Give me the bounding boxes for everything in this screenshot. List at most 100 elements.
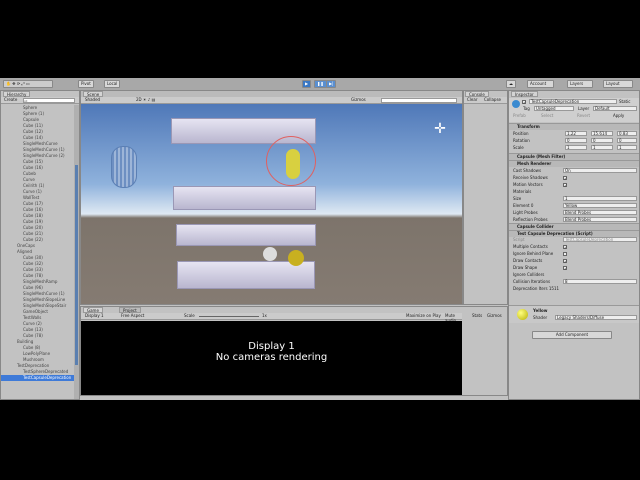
property-row: Collision Iterations 8: [513, 279, 637, 285]
property-label: Motion Vectors: [513, 182, 543, 187]
property-checkbox[interactable]: ✓: [563, 245, 567, 250]
create-button[interactable]: Create: [4, 97, 17, 102]
property-checkbox[interactable]: [563, 252, 567, 256]
prefab-select[interactable]: Select: [541, 113, 553, 118]
tab-inspector[interactable]: Inspector: [511, 91, 538, 97]
scale-value: 1x: [262, 313, 267, 318]
z-field[interactable]: 0: [617, 138, 637, 143]
local-button[interactable]: Local: [104, 80, 121, 88]
name-field[interactable]: TestCapsuleDeprecation: [529, 99, 617, 104]
mesh-renderer-header[interactable]: Mesh Renderer: [509, 160, 639, 167]
property-value[interactable]: Blend Probes: [563, 210, 637, 215]
step-button[interactable]: ▶|: [326, 80, 337, 88]
y-field[interactable]: 0: [591, 138, 613, 143]
shading-dropdown[interactable]: Shaded: [85, 97, 100, 102]
property-value[interactable]: On: [563, 168, 637, 173]
hierarchy-panel: Hierarchy Create SphereSphere (1)Capsule…: [0, 90, 80, 400]
property-label: Element 0: [513, 203, 534, 208]
layer-label: Layer: [578, 106, 590, 111]
material-preview-icon: [517, 309, 528, 320]
tag-dropdown[interactable]: Untagged: [534, 106, 574, 111]
stats-toggle[interactable]: Stats: [472, 313, 482, 318]
y-field[interactable]: 15.614: [591, 131, 613, 136]
main-toolbar: ✋ ✥ ⟳ ⤢ ▭ Pivot Local ▶ ❚❚ ▶| ☁ Account …: [0, 78, 640, 90]
clear-button[interactable]: Clear: [467, 97, 477, 102]
x-field[interactable]: 1: [565, 145, 587, 150]
x-field[interactable]: 0: [565, 138, 587, 143]
property-row: Ignore Colliders: [513, 272, 635, 278]
prefab-revert[interactable]: Revert: [577, 113, 590, 118]
capsule-wireframe[interactable]: [111, 146, 137, 188]
scene-view[interactable]: ✛: [81, 104, 462, 304]
play-button[interactable]: ▶: [302, 80, 312, 88]
display-label: Display 1: [248, 341, 295, 352]
transform-header[interactable]: Transform: [509, 123, 639, 130]
block-3[interactable]: [176, 224, 316, 246]
hierarchy-search-input[interactable]: [23, 98, 75, 103]
transform-row-label: Scale: [513, 145, 524, 150]
no-cameras-message: No cameras rendering: [215, 352, 328, 363]
property-value[interactable]: Yellow: [563, 203, 637, 208]
property-row: Light Probes Blend Probes: [513, 210, 637, 216]
hierarchy-item[interactable]: TestCapsuleDeprecation: [1, 375, 74, 381]
y-field[interactable]: 1: [591, 145, 613, 150]
active-checkbox[interactable]: ✓: [522, 100, 526, 105]
gameobject-icon: [512, 100, 520, 108]
layer-dropdown[interactable]: Default: [593, 106, 637, 111]
transform-row-label: Rotation: [513, 138, 530, 143]
script-field[interactable]: TestCapsuleDeprecation: [563, 237, 637, 242]
2d-toggle[interactable]: 2D ☀ ♪ ▤: [136, 97, 155, 102]
property-value[interactable]: Blend Probes: [563, 217, 637, 222]
gizmos-dropdown[interactable]: Gizmos: [351, 97, 366, 102]
collapse-button[interactable]: Collapse: [484, 97, 501, 102]
script-header[interactable]: Test Capsule Deprecation (Script): [509, 230, 639, 237]
game-view[interactable]: Display 1 No cameras rendering: [81, 321, 462, 395]
sphere-white[interactable]: [263, 247, 277, 261]
transform-tools[interactable]: ✋ ✥ ⟳ ⤢ ▭: [3, 80, 53, 88]
transform-row: Position 1.22 15.614 0.83: [513, 131, 637, 137]
static-toggle[interactable]: Static: [619, 99, 630, 104]
x-field[interactable]: 1.22: [565, 131, 587, 136]
property-row: Materials: [513, 189, 635, 195]
capsule-collider-header[interactable]: Capsule Collider: [509, 223, 639, 230]
property-value[interactable]: 8: [563, 279, 637, 284]
property-value[interactable]: 1: [563, 196, 637, 201]
sphere-yellow[interactable]: [288, 250, 304, 266]
aspect-dropdown[interactable]: Free Aspect: [121, 313, 144, 318]
property-label: Draw Contacts: [513, 258, 543, 263]
scene-orientation-gizmo[interactable]: ✛: [430, 119, 450, 139]
selected-capsule[interactable]: [286, 149, 300, 179]
property-checkbox[interactable]: ✓: [563, 183, 567, 188]
maximize-on-play-toggle[interactable]: Maximize on Play: [406, 313, 441, 318]
tag-label: Tag: [523, 106, 530, 111]
scale-label: Scale: [184, 313, 195, 318]
scene-search-input[interactable]: [381, 98, 457, 103]
material-section: Yellow Shader Legacy Shaders/Diffuse: [509, 305, 639, 323]
z-field[interactable]: 0.83: [617, 131, 637, 136]
scale-slider[interactable]: [199, 316, 259, 317]
hierarchy-scrollbar[interactable]: [74, 105, 79, 399]
mesh-filter-header[interactable]: Capsule (Mesh Filter): [509, 153, 639, 160]
display-dropdown[interactable]: Display 1: [85, 313, 104, 318]
transform-row: Rotation 0 0 0: [513, 138, 637, 144]
script-field-label: Script: [513, 237, 525, 242]
layers-dropdown[interactable]: Layers: [567, 80, 593, 88]
block-2[interactable]: [173, 186, 316, 210]
property-label: Receive Shadows: [513, 175, 548, 180]
add-component-button[interactable]: Add Component: [532, 331, 612, 339]
account-dropdown[interactable]: Account: [527, 80, 554, 88]
shader-dropdown[interactable]: Legacy Shaders/Diffuse: [555, 315, 637, 320]
collab-button[interactable]: ☁: [506, 80, 516, 88]
pause-button[interactable]: ❚❚: [314, 80, 327, 88]
pivot-button[interactable]: Pivot: [78, 80, 94, 88]
property-row: Multiple Contacts ✓: [513, 244, 635, 250]
property-checkbox[interactable]: ✓: [563, 176, 567, 181]
property-label: Materials: [513, 189, 532, 194]
property-checkbox[interactable]: ✓: [563, 266, 567, 271]
game-gizmos-dropdown[interactable]: Gizmos: [487, 313, 502, 318]
z-field[interactable]: 1: [617, 145, 637, 150]
property-checkbox[interactable]: ✓: [563, 259, 567, 264]
property-row: Draw Contacts ✓: [513, 258, 635, 264]
prefab-apply[interactable]: Apply: [613, 113, 624, 118]
layout-dropdown[interactable]: Layout: [603, 80, 633, 88]
